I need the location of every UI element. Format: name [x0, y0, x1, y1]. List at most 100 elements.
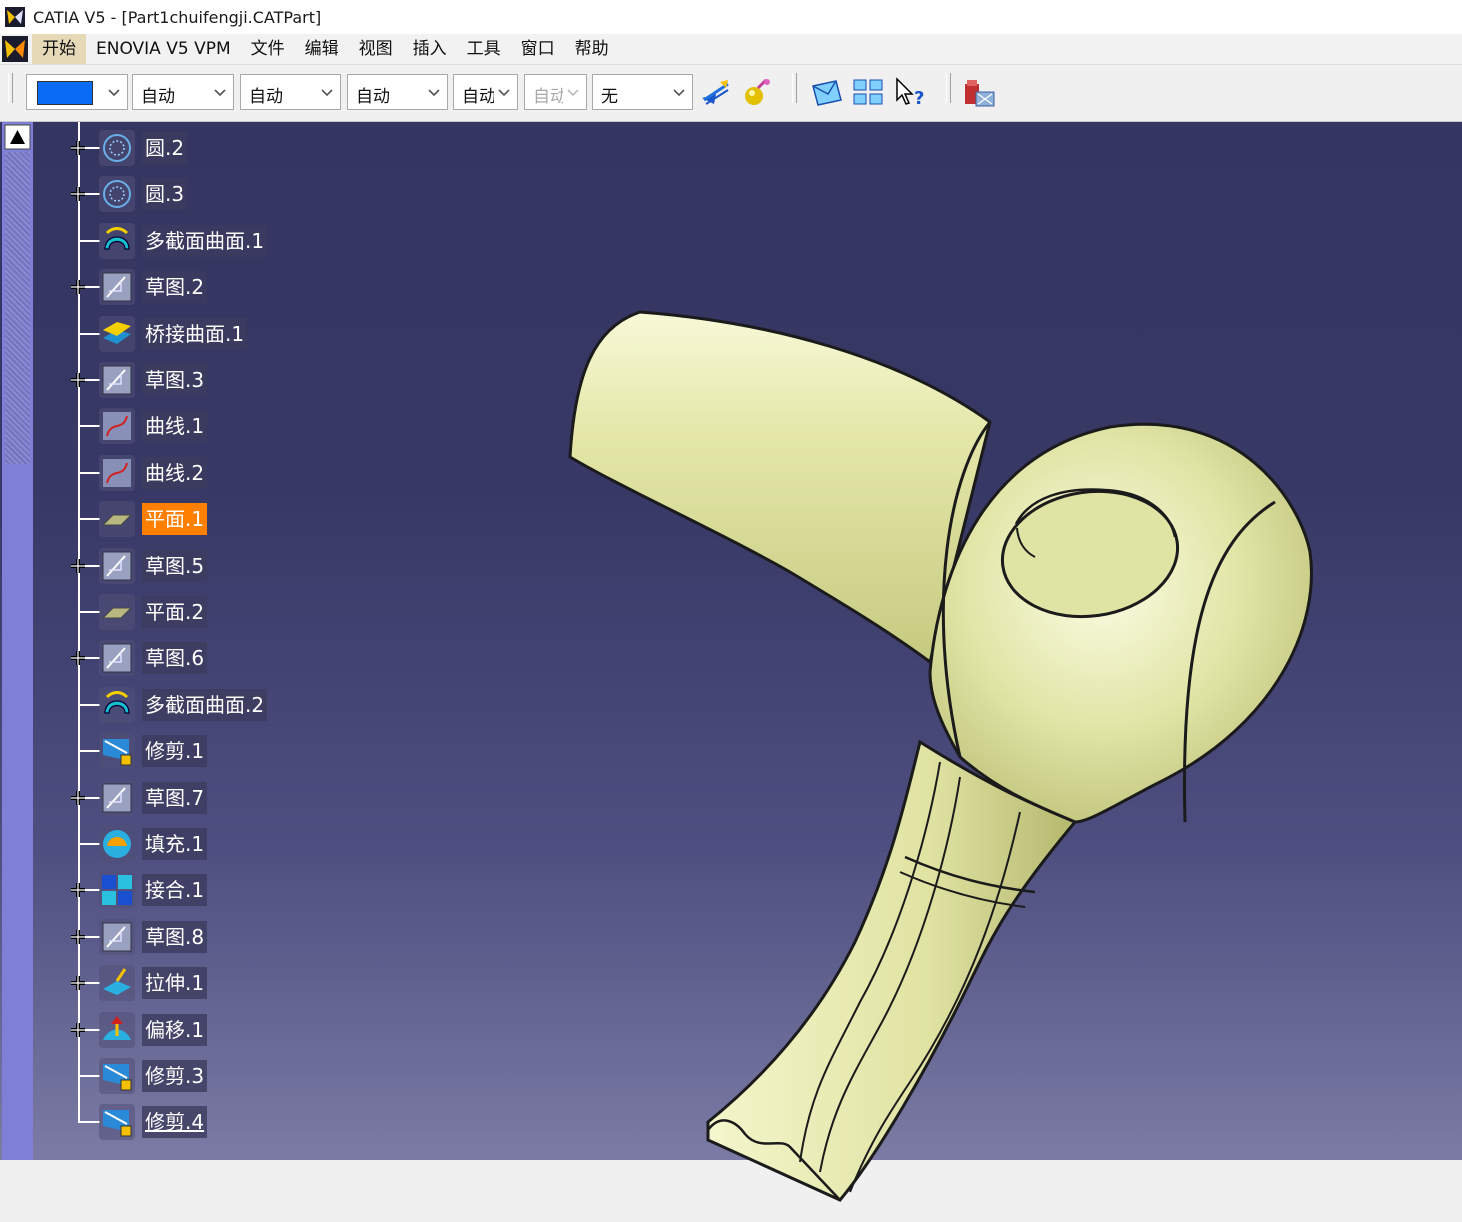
tree-connector-line [78, 471, 100, 474]
trim-icon[interactable] [99, 733, 135, 770]
sketch-icon[interactable] [99, 547, 135, 584]
sketch-icon[interactable] [99, 362, 135, 398]
trim-icon[interactable] [99, 1058, 135, 1094]
painter-icon[interactable] [698, 76, 732, 110]
expand-plus-icon[interactable] [68, 370, 88, 390]
document-icon[interactable] [2, 36, 28, 62]
tree-node-label[interactable]: 草图.6 [142, 642, 208, 675]
menu-window[interactable]: 窗口 [511, 34, 565, 64]
fill-icon[interactable] [99, 826, 135, 862]
multiple-windows-icon[interactable] [852, 76, 886, 110]
curve-icon[interactable] [99, 454, 135, 491]
sketch-icon[interactable] [99, 640, 135, 677]
menu-insert[interactable]: 插入 [403, 34, 457, 64]
sketch-icon[interactable] [99, 779, 135, 816]
multi-section-surface-icon[interactable] [99, 686, 135, 723]
hair-dryer-model[interactable] [520, 302, 1340, 1222]
scroll-up-button[interactable] [4, 124, 31, 150]
tree-node-label[interactable]: 桥接曲面.1 [142, 317, 248, 350]
sketch-icon[interactable] [99, 918, 135, 955]
offset-icon[interactable] [99, 1011, 135, 1048]
menu-enovia[interactable]: ENOVIA V5 VPM [86, 34, 241, 64]
toolbar-grip[interactable] [792, 73, 797, 103]
toolbar-grip[interactable] [946, 73, 951, 103]
plane-icon[interactable] [99, 501, 135, 538]
tree-node-label[interactable]: 草图.5 [142, 549, 208, 582]
expand-plus-icon[interactable] [68, 973, 88, 993]
tree-node-label[interactable]: 偏移.1 [142, 1013, 208, 1046]
tree-node-label[interactable]: 圆.2 [142, 132, 188, 164]
combo-value: 自动 [356, 87, 390, 107]
tree-node-label[interactable]: 修剪.4 [142, 1106, 208, 1139]
tree-connector-line [78, 1121, 100, 1124]
menu-start[interactable]: 开始 [32, 34, 86, 64]
chevron-down-icon [673, 89, 685, 97]
tree-connector-line [78, 750, 100, 753]
menu-tools[interactable]: 工具 [457, 34, 511, 64]
expand-plus-icon[interactable] [68, 880, 88, 900]
expand-plus-icon[interactable] [68, 788, 88, 808]
plane-icon[interactable] [99, 594, 135, 630]
tree-node-label[interactable]: 修剪.1 [142, 735, 208, 768]
line-type-combo[interactable]: 自动 [347, 74, 448, 110]
tree-node-label[interactable]: 草图.3 [142, 364, 208, 396]
expand-plus-icon[interactable] [68, 556, 88, 576]
combo-value: 自动 [462, 87, 494, 107]
color-combo[interactable] [26, 74, 128, 110]
tree-scrollbar[interactable] [2, 122, 33, 1160]
envelope-icon[interactable] [810, 76, 844, 110]
curve-icon[interactable] [99, 408, 135, 445]
tree-node-label[interactable]: 修剪.3 [142, 1060, 208, 1092]
layer-combo[interactable]: 无 [592, 74, 693, 110]
expand-plus-icon[interactable] [68, 927, 88, 947]
tree-node-label[interactable]: 填充.1 [142, 828, 208, 860]
handle-surface [706, 739, 1078, 1202]
circle-sketch-icon[interactable] [99, 130, 135, 166]
tree-node-label[interactable]: 圆.3 [142, 178, 188, 211]
multi-section-surface-icon[interactable] [99, 222, 135, 259]
scroll-thumb[interactable] [5, 152, 30, 464]
tree-node-label[interactable]: 多截面曲面.1 [142, 224, 268, 257]
tree-node-label[interactable]: 曲线.1 [142, 410, 208, 443]
tree-node-label[interactable]: 多截面曲面.2 [142, 688, 268, 721]
tree-node-label[interactable]: 草图.2 [142, 271, 208, 304]
tree-connector-line [78, 425, 100, 428]
expand-plus-icon[interactable] [68, 138, 88, 158]
head-surface [928, 422, 1313, 824]
expand-plus-icon[interactable] [68, 184, 88, 204]
expand-plus-icon[interactable] [68, 648, 88, 668]
line-thickness-combo[interactable]: 自动 [240, 74, 341, 110]
tree-node-label[interactable]: 平面.2 [142, 596, 208, 628]
tree-connector-line [78, 518, 100, 521]
menu-edit[interactable]: 编辑 [295, 34, 349, 64]
properties-ball-icon[interactable] [740, 76, 774, 110]
tree-connector-line [78, 239, 100, 242]
whats-this-help-icon[interactable]: ? [894, 76, 928, 110]
tree-node-label[interactable]: 曲线.2 [142, 456, 208, 489]
expand-plus-icon[interactable] [68, 1020, 88, 1040]
tree-node-label[interactable]: 拉伸.1 [142, 967, 208, 1000]
menu-view[interactable]: 视图 [349, 34, 403, 64]
catia-logo-icon [5, 7, 25, 27]
menu-help[interactable]: 帮助 [565, 34, 619, 64]
sketch-icon[interactable] [99, 269, 135, 306]
join-icon[interactable] [99, 872, 135, 909]
nozzle-surface [568, 310, 992, 665]
tree-node-label[interactable]: 接合.1 [142, 874, 208, 907]
color-swatch [37, 81, 93, 105]
menu-file[interactable]: 文件 [241, 34, 295, 64]
extrude-icon[interactable] [99, 965, 135, 1002]
transparency-combo[interactable]: 自动 [132, 74, 234, 110]
tree-node-label[interactable]: 草图.7 [142, 781, 208, 814]
circle-sketch-icon[interactable] [99, 176, 135, 213]
point-symbol-combo[interactable]: 自动 [453, 74, 518, 110]
blend-surface-icon[interactable] [99, 315, 135, 352]
combo-value: 自动 [141, 87, 175, 107]
catalog-browser-icon[interactable] [962, 76, 996, 110]
expand-plus-icon[interactable] [68, 277, 88, 297]
toolbar-grip[interactable] [8, 73, 13, 103]
tree-node-label[interactable]: 平面.1 [142, 503, 208, 536]
trim-icon[interactable] [99, 1104, 135, 1141]
tree-node-label[interactable]: 草图.8 [142, 920, 208, 953]
3d-viewport[interactable]: 圆.2 圆.3 多截面曲面.1 草图.2 桥接曲面.1 草图.3 曲线.1 曲线.2 平面.1 草… [0, 122, 1462, 1202]
